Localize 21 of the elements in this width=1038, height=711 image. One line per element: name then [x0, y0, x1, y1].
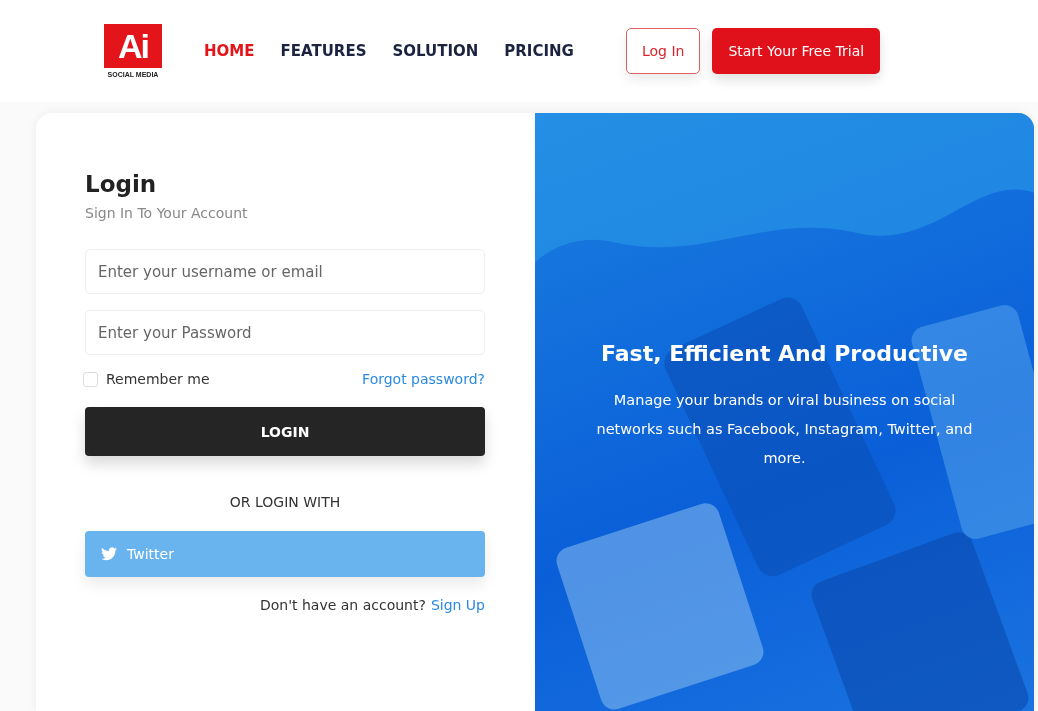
nav-link[interactable]: PRICING: [504, 42, 574, 60]
divider-label: OR LOGIN WITH: [228, 494, 342, 510]
remember-label: Remember me: [106, 371, 210, 387]
login-subtitle: Sign In To Your Account: [85, 205, 249, 221]
remember-checkbox[interactable]: [83, 371, 98, 387]
password-field[interactable]: Enter your Password: [85, 310, 485, 355]
promo-text: Manage your brands or viral business on social networks such as Facebook, Instagram, Twitter, and more.: [595, 391, 974, 468]
logo-mark: Ai: [104, 24, 162, 68]
promo-title: Fast, Efficient And Productive: [600, 341, 969, 366]
signup-prompt: Don't have an account?: [259, 597, 426, 613]
nav-link[interactable]: SOLUTION: [392, 42, 479, 60]
username-field[interactable]: Enter your username or email: [85, 249, 485, 294]
login-button[interactable]: LOGIN: [85, 407, 485, 456]
nav-link[interactable]: HOME: [204, 42, 255, 60]
free-trial-button[interactable]: Start Your Free Trial: [712, 28, 881, 74]
login-title: Login: [85, 171, 158, 197]
nav-link[interactable]: FEATURES: [280, 42, 367, 60]
forgot-password-link[interactable]: Forgot password?: [362, 371, 485, 387]
bird-icon: [101, 547, 117, 561]
log-in-button[interactable]: Log In: [625, 28, 701, 74]
sign-up-link[interactable]: Sign Up: [430, 597, 485, 613]
